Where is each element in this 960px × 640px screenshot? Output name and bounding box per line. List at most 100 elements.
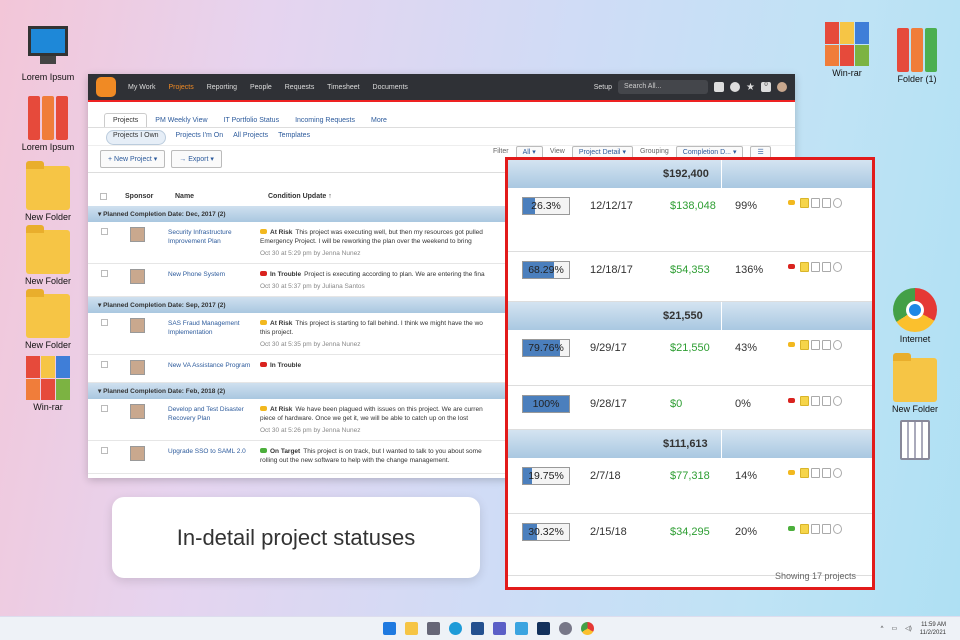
recycle-bin-icon[interactable] bbox=[880, 420, 950, 466]
help-icon[interactable] bbox=[730, 82, 741, 92]
note-icon[interactable] bbox=[800, 262, 809, 272]
circle-icon[interactable] bbox=[833, 468, 842, 478]
desktop-icon-computer[interactable]: Lorem Ipsum bbox=[13, 26, 83, 82]
row-checkbox[interactable] bbox=[101, 270, 108, 277]
nav-projects[interactable]: Projects bbox=[168, 84, 193, 91]
photos-icon[interactable] bbox=[515, 622, 528, 635]
camera-icon[interactable] bbox=[427, 622, 440, 635]
clipboard-icon[interactable] bbox=[822, 340, 831, 350]
search-input[interactable]: Search All... bbox=[618, 80, 709, 94]
tab-projects[interactable]: Projects bbox=[104, 113, 148, 127]
chevron-up-icon[interactable]: ^ bbox=[881, 626, 884, 632]
edge-icon[interactable] bbox=[449, 622, 462, 635]
project-name-link[interactable]: New Phone System bbox=[168, 270, 253, 279]
clock[interactable]: 11:59 AM 11/2/2021 bbox=[920, 621, 946, 637]
nav-requests[interactable]: Requests bbox=[285, 84, 315, 91]
subtab-all-projects[interactable]: All Projects bbox=[233, 132, 268, 145]
document-icon[interactable] bbox=[811, 340, 820, 350]
lion-logo-icon[interactable] bbox=[96, 77, 116, 97]
desktop-icon-folder[interactable]: New Folder bbox=[13, 225, 83, 286]
budget-percent: 99% bbox=[735, 200, 758, 212]
chrome-icon[interactable] bbox=[581, 622, 594, 635]
column-condition-update[interactable]: Condition Update ↑ bbox=[268, 193, 332, 200]
desktop-icon-folder-1[interactable]: Folder (1) bbox=[882, 28, 952, 84]
tab-incoming-requests[interactable]: Incoming Requests bbox=[287, 114, 363, 127]
detail-row[interactable]: 100% 9/28/17 $0 0% bbox=[508, 386, 872, 430]
column-sponsor[interactable]: Sponsor bbox=[125, 193, 175, 200]
project-name-link[interactable]: New VA Assistance Program bbox=[168, 361, 253, 370]
settings-icon[interactable] bbox=[559, 622, 572, 635]
select-all-checkbox[interactable] bbox=[100, 193, 107, 200]
project-name-link[interactable]: Develop and Test Disaster Recovery Plan bbox=[168, 405, 253, 423]
project-name-link[interactable]: SAS Fraud Management Implementation bbox=[168, 319, 253, 337]
desktop-icon-winrar[interactable]: Win-rar bbox=[13, 356, 83, 412]
circle-icon[interactable] bbox=[833, 396, 842, 406]
start-icon[interactable] bbox=[383, 622, 396, 635]
note-icon[interactable] bbox=[800, 340, 809, 350]
app-icon[interactable] bbox=[537, 622, 550, 635]
tab-more[interactable]: More bbox=[363, 114, 395, 127]
row-checkbox[interactable] bbox=[101, 447, 108, 454]
nav-people[interactable]: People bbox=[250, 84, 272, 91]
note-icon[interactable] bbox=[800, 524, 809, 534]
network-icon[interactable]: ▭ bbox=[891, 625, 897, 632]
document-icon[interactable] bbox=[811, 198, 820, 208]
clipboard-icon[interactable] bbox=[822, 262, 831, 272]
project-name-link[interactable]: Upgrade SSO to SAML 2.0 bbox=[168, 447, 253, 456]
subtab-projects-im-on[interactable]: Projects I'm On bbox=[176, 132, 224, 145]
condition-update: In Trouble bbox=[260, 361, 505, 370]
note-icon[interactable] bbox=[800, 396, 809, 406]
circle-icon[interactable] bbox=[833, 262, 842, 272]
project-name-link[interactable]: Security Infrastructure Improvement Plan bbox=[168, 228, 253, 246]
nav-documents[interactable]: Documents bbox=[373, 84, 408, 91]
notification-count[interactable]: 0 bbox=[761, 82, 771, 92]
detail-row[interactable]: 19.75% 2/7/18 $77,318 14% bbox=[508, 458, 872, 514]
document-icon[interactable] bbox=[811, 468, 820, 478]
star-icon[interactable]: ★ bbox=[746, 82, 755, 93]
row-checkbox[interactable] bbox=[101, 319, 108, 326]
export-button[interactable]: → Export ▾ bbox=[171, 150, 222, 168]
setup-link[interactable]: Setup bbox=[594, 84, 612, 91]
desktop-icon-folder[interactable]: New Folder bbox=[880, 353, 950, 414]
desktop-icon-folder[interactable]: New Folder bbox=[13, 289, 83, 350]
detail-row[interactable]: 79.76% 9/29/17 $21,550 43% bbox=[508, 330, 872, 386]
document-icon[interactable] bbox=[811, 396, 820, 406]
nav-reporting[interactable]: Reporting bbox=[207, 84, 237, 91]
budget-percent: 43% bbox=[735, 342, 758, 354]
clipboard-icon[interactable] bbox=[822, 524, 831, 534]
circle-icon[interactable] bbox=[833, 198, 842, 208]
tab-it-portfolio-status[interactable]: IT Portfolio Status bbox=[216, 114, 288, 127]
volume-icon[interactable]: ◁) bbox=[905, 625, 912, 632]
detail-row[interactable]: 26.3% 12/12/17 $138,048 99% bbox=[508, 188, 872, 252]
clipboard-icon[interactable] bbox=[822, 468, 831, 478]
store-icon[interactable] bbox=[471, 622, 484, 635]
circle-icon[interactable] bbox=[833, 524, 842, 534]
row-checkbox[interactable] bbox=[101, 361, 108, 368]
nav-my-work[interactable]: My Work bbox=[128, 84, 155, 91]
user-avatar[interactable] bbox=[777, 82, 787, 92]
document-icon[interactable] bbox=[811, 524, 820, 534]
note-icon[interactable] bbox=[800, 468, 809, 478]
document-icon[interactable] bbox=[811, 262, 820, 272]
note-icon[interactable] bbox=[800, 198, 809, 208]
row-checkbox[interactable] bbox=[101, 405, 108, 412]
checkbox-icon[interactable] bbox=[714, 82, 725, 92]
subtab-templates[interactable]: Templates bbox=[278, 132, 310, 145]
clipboard-icon[interactable] bbox=[822, 396, 831, 406]
desktop-icon-winrar[interactable]: Win-rar bbox=[812, 22, 882, 78]
file-explorer-icon[interactable] bbox=[405, 622, 418, 635]
desktop-icon-folder[interactable]: New Folder bbox=[13, 161, 83, 222]
desktop-icon-internet[interactable]: Internet bbox=[880, 288, 950, 344]
tab-pm-weekly-view[interactable]: PM Weekly View bbox=[147, 114, 215, 127]
clipboard-icon[interactable] bbox=[822, 198, 831, 208]
detail-row[interactable]: 68.29% 12/18/17 $54,353 136% bbox=[508, 252, 872, 302]
column-name[interactable]: Name bbox=[175, 193, 268, 200]
teams-icon[interactable] bbox=[493, 622, 506, 635]
detail-row[interactable]: 30.32% 2/15/18 $34,295 20% bbox=[508, 514, 872, 576]
circle-icon[interactable] bbox=[833, 340, 842, 350]
subtab-projects-i-own[interactable]: Projects I Own bbox=[106, 130, 166, 145]
row-checkbox[interactable] bbox=[101, 228, 108, 235]
new-project-button[interactable]: + New Project ▾ bbox=[100, 150, 166, 168]
nav-timesheet[interactable]: Timesheet bbox=[327, 84, 359, 91]
desktop-icon-binders[interactable]: Lorem Ipsum bbox=[13, 96, 83, 152]
